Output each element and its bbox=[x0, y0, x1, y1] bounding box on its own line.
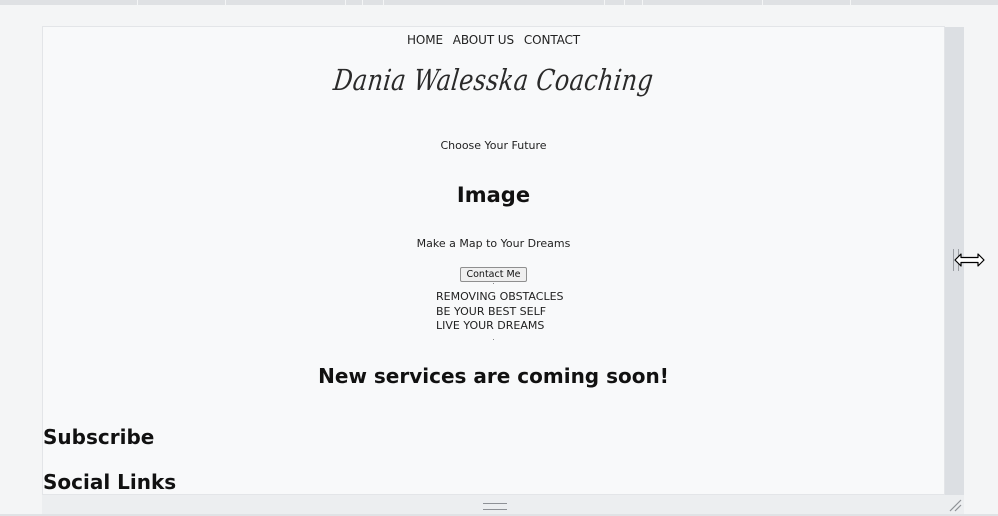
contact-me-button[interactable]: Contact Me bbox=[460, 267, 527, 282]
nav-contact[interactable]: CONTACT bbox=[524, 27, 580, 53]
services-list: REMOVING OBSTACLES BE YOUR BEST SELF LIV… bbox=[436, 290, 564, 334]
divider-dot-top bbox=[493, 283, 494, 284]
service-item: BE YOUR BEST SELF bbox=[436, 304, 547, 318]
top-ruler bbox=[0, 0, 998, 5]
resize-horizontal-cursor-icon bbox=[954, 253, 985, 267]
tagline: Choose Your Future bbox=[440, 139, 547, 152]
coming-soon-heading: New services are coming soon! bbox=[318, 364, 669, 388]
social-links-heading: Social Links bbox=[43, 470, 177, 494]
nav-home[interactable]: HOME bbox=[407, 27, 443, 53]
button-wrap: Contact Me bbox=[43, 262, 944, 282]
nav-about-us[interactable]: ABOUT US bbox=[453, 27, 514, 53]
nav-bar: HOME ABOUT US CONTACT bbox=[43, 27, 944, 53]
preview-frame: HOME ABOUT US CONTACT Dania Walesska Coa… bbox=[42, 26, 945, 495]
service-item: LIVE YOUR DREAMS bbox=[436, 319, 545, 332]
drag-grip-icon[interactable] bbox=[483, 503, 507, 510]
service-item: REMOVING OBSTACLES bbox=[436, 290, 564, 303]
hero-subtitle: Make a Map to Your Dreams bbox=[416, 237, 571, 250]
divider-dot-bottom bbox=[493, 339, 494, 340]
site-logo: Dania Walesska Coaching bbox=[331, 63, 656, 97]
subscribe-heading: Subscribe bbox=[43, 425, 155, 449]
image-heading: Image bbox=[456, 183, 531, 207]
resize-corner-icon[interactable] bbox=[948, 498, 962, 512]
